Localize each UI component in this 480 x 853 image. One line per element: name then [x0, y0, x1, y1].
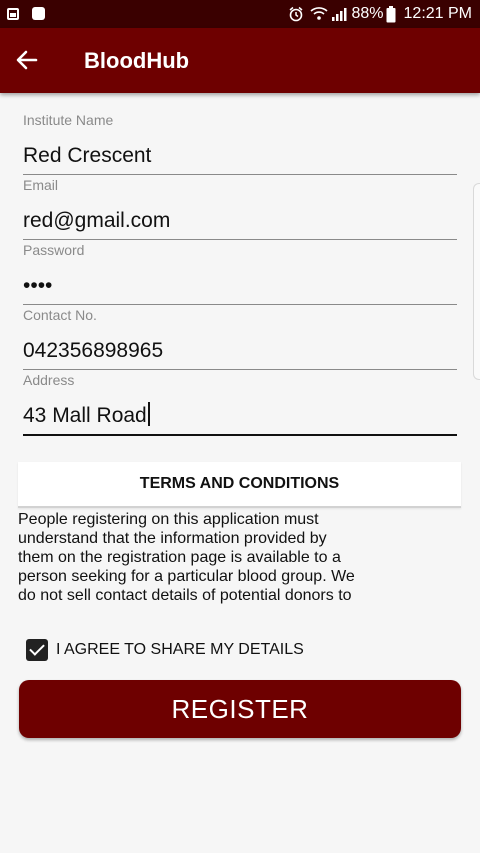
contact-field[interactable]: Contact No. 042356898965 [23, 306, 457, 370]
signal-icon [332, 8, 347, 21]
alarm-icon [290, 6, 303, 22]
password-label: Password [23, 242, 85, 258]
app-bar: BloodHub [0, 28, 480, 93]
gallery-icon [7, 8, 19, 20]
scroll-indicator[interactable] [473, 183, 480, 380]
clock: 12:21 PM [403, 5, 472, 22]
institute-name-field[interactable]: Institute Name Red Crescent [23, 111, 457, 175]
battery-percent: 88% [351, 5, 384, 22]
institute-name-input[interactable]: Red Crescent [23, 141, 457, 175]
battery-icon [386, 5, 396, 22]
back-arrow-icon[interactable] [14, 46, 40, 74]
address-field[interactable]: Address 43 Mall Road [23, 371, 457, 436]
password-input[interactable]: •••• [23, 271, 457, 305]
agree-checkbox-row[interactable]: I AGREE TO SHARE MY DETAILS [26, 639, 304, 661]
notification-icon [32, 7, 46, 20]
password-field[interactable]: Password •••• [23, 241, 457, 305]
agree-checkbox[interactable] [26, 639, 48, 661]
register-button[interactable]: REGISTER [19, 680, 461, 738]
app-title: BloodHub [84, 48, 190, 73]
email-label: Email [23, 177, 59, 193]
terms-header: TERMS AND CONDITIONS [18, 462, 461, 508]
contact-input[interactable]: 042356898965 [23, 336, 457, 370]
email-input[interactable]: red@gmail.com [23, 206, 457, 240]
status-bar: 88% 12:21 PM [0, 0, 480, 28]
status-right: 88% 12:21 PM [288, 5, 472, 23]
address-value: 43 Mall Road [23, 404, 147, 427]
institute-name-label: Institute Name [23, 112, 114, 128]
contact-label: Contact No. [23, 307, 97, 323]
address-input[interactable]: 43 Mall Road [23, 401, 457, 436]
text-cursor [147, 402, 150, 426]
terms-text[interactable]: People registering on this application m… [18, 510, 363, 606]
address-label: Address [23, 372, 75, 388]
email-field[interactable]: Email red@gmail.com [23, 176, 457, 240]
wifi-icon [310, 7, 329, 20]
agree-label: I AGREE TO SHARE MY DETAILS [56, 641, 304, 658]
status-left-icons [7, 7, 46, 25]
